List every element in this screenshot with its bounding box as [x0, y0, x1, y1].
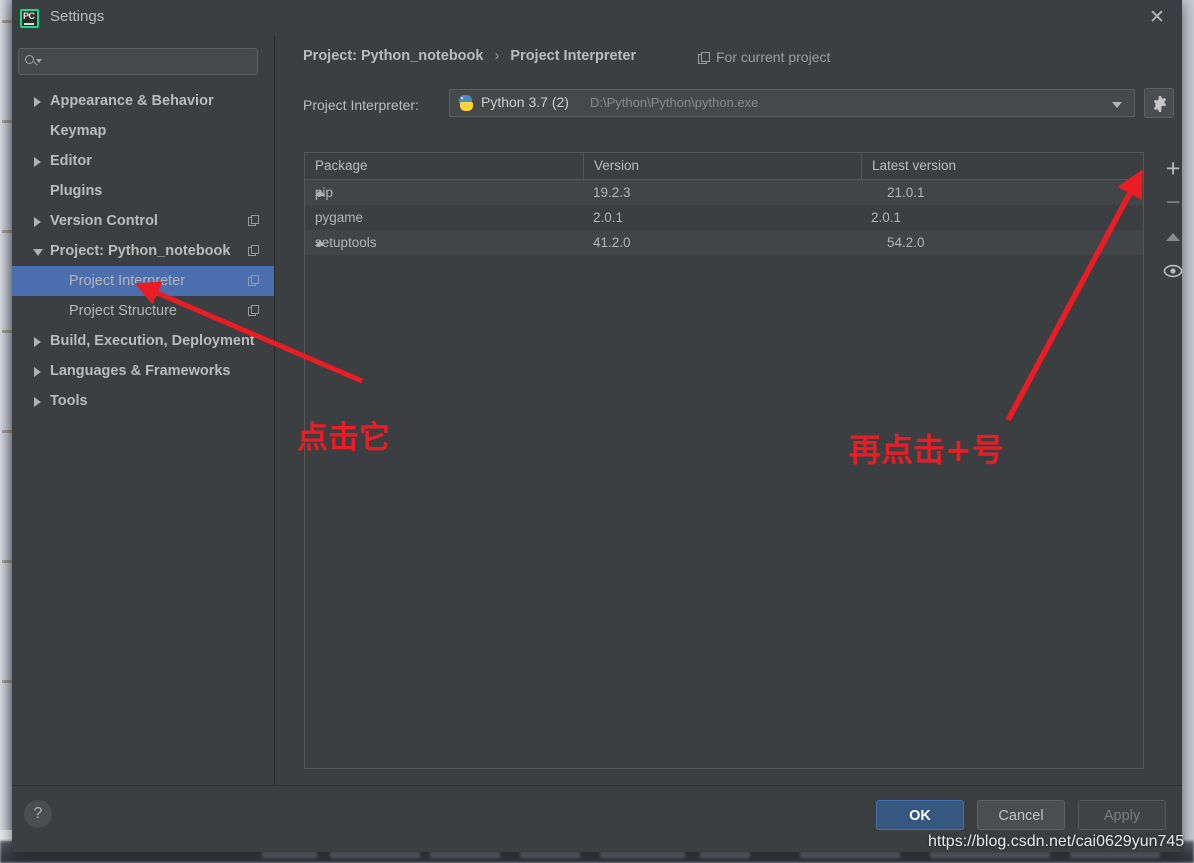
table-column-header[interactable]: Version [583, 153, 861, 179]
chevron-right-icon[interactable] [34, 217, 41, 227]
uninstall-package-button[interactable]: − [1155, 186, 1191, 220]
table-cell-package: pygame [315, 210, 364, 225]
table-cell-version: 2.0.1 [593, 210, 624, 225]
copy-icon [698, 52, 711, 64]
for-current-project-text: For current project [716, 49, 831, 65]
sidebar-item-label: Keymap [50, 123, 107, 139]
settings-dialog: PC Settings ✕ Appearance & Behavior Keyma… [12, 0, 1183, 852]
chevron-down-icon[interactable] [33, 249, 43, 256]
sidebar-item-project-structure[interactable]: Project Structure [12, 296, 274, 326]
eye-icon [1163, 264, 1183, 278]
sidebar-item-label: Project Structure [69, 303, 177, 319]
search-icon [25, 54, 42, 70]
table-cell-package: pip [315, 185, 334, 200]
chevron-right-icon[interactable] [34, 367, 41, 377]
copy-icon [248, 275, 260, 287]
chevron-right-icon[interactable] [34, 157, 41, 167]
title-bar: PC Settings ✕ [12, 0, 1182, 36]
sidebar-item-label: Appearance & Behavior [50, 93, 214, 109]
sidebar-item-label: Build, Execution, Deployment [50, 333, 255, 349]
interpreter-label: Project Interpreter: [303, 97, 419, 113]
ok-button[interactable]: OK [876, 800, 964, 830]
sidebar-item-label: Version Control [50, 213, 158, 229]
sidebar-item-label: Plugins [50, 183, 103, 199]
copy-icon [248, 305, 260, 317]
table-cell-version: 19.2.3 [593, 185, 631, 200]
sidebar-item-label: Languages & Frameworks [50, 363, 231, 379]
close-icon[interactable]: ✕ [1144, 6, 1170, 30]
chevron-right-icon[interactable] [34, 337, 41, 347]
copy-icon [248, 215, 260, 227]
plus-icon: + [1165, 154, 1181, 183]
breadcrumb: Project: Python_notebook › Project Inter… [303, 48, 636, 64]
copy-icon [248, 245, 260, 257]
sidebar-item-label: Tools [50, 393, 88, 409]
table-cell-package: setuptools [315, 235, 377, 250]
settings-tree: Appearance & Behavior Keymap Editor Plugins… [12, 86, 274, 416]
upgrade-available-icon [315, 240, 325, 246]
sidebar-item-editor[interactable]: Editor [12, 146, 274, 176]
table-row[interactable]: setuptools 41.2.0 54.2.0 [305, 230, 1143, 255]
table-column-header[interactable]: Latest version [861, 153, 1143, 179]
sidebar-item-languages-frameworks[interactable]: Languages & Frameworks [12, 356, 274, 386]
python-icon [458, 95, 474, 111]
table-cell-latest: 2.0.1 [871, 210, 902, 225]
pycharm-logo-icon: PC [20, 9, 39, 28]
settings-sidebar: Appearance & Behavior Keymap Editor Plugins… [12, 36, 275, 786]
interpreter-settings-gear-button[interactable] [1144, 88, 1174, 118]
table-header-row: Package Version Latest version [305, 153, 1143, 180]
table-body: pip 19.2.3 21.0.1 pygame 2.0.1 2.0.1 setuptool… [305, 180, 1143, 255]
sidebar-item-build-execution-deployment[interactable]: Build, Execution, Deployment [12, 326, 274, 356]
breadcrumb-separator: › [494, 48, 500, 64]
chevron-right-icon[interactable] [34, 397, 41, 407]
install-package-button[interactable]: + [1155, 152, 1191, 186]
interpreter-dropdown[interactable]: Python 3.7 (2) D:\Python\Python\python.e… [449, 89, 1135, 117]
packages-table: Package Version Latest version pip 19.2.3 21… [304, 152, 1144, 769]
table-cell-latest: 21.0.1 [887, 185, 925, 200]
sidebar-item-label: Project Interpreter [69, 273, 186, 289]
gear-icon [1153, 96, 1167, 112]
window-title: Settings [50, 8, 105, 25]
chevron-right-icon[interactable] [34, 97, 41, 107]
minus-icon: − [1165, 188, 1181, 217]
breadcrumb-leaf: Project Interpreter [510, 48, 637, 64]
sidebar-item-project-python-notebook[interactable]: Project: Python_notebook [12, 236, 274, 266]
interpreter-name: Python 3.7 (2) [481, 94, 569, 110]
sidebar-item-label: Project: Python_notebook [50, 243, 231, 259]
breadcrumb-root[interactable]: Project: Python_notebook [303, 48, 483, 64]
sidebar-item-version-control[interactable]: Version Control [12, 206, 274, 236]
sidebar-item-keymap[interactable]: Keymap [12, 116, 274, 146]
table-column-header[interactable]: Package [305, 153, 583, 179]
annotation-click-it: 点击它 [297, 420, 390, 456]
arrow-up-icon [1166, 233, 1180, 241]
watermark: https://blog.csdn.net/cai0629yun745 [928, 833, 1185, 850]
upgrade-package-button[interactable] [1155, 220, 1191, 254]
interpreter-path: D:\Python\Python\python.exe [590, 95, 759, 110]
table-row[interactable]: pygame 2.0.1 2.0.1 [305, 205, 1143, 230]
apply-button[interactable]: Apply [1078, 800, 1166, 830]
table-row[interactable]: pip 19.2.3 21.0.1 [305, 180, 1143, 205]
table-cell-version: 41.2.0 [593, 235, 631, 250]
cancel-button[interactable]: Cancel [977, 800, 1065, 830]
show-early-releases-button[interactable] [1155, 254, 1191, 288]
upgrade-available-icon [315, 190, 325, 196]
sidebar-item-plugins[interactable]: Plugins [12, 176, 274, 206]
main-panel: Project: Python_notebook › Project Inter… [275, 36, 1183, 786]
annotation-then-click-plus: 再点击+号 [849, 431, 1004, 469]
sidebar-item-project-interpreter[interactable]: Project Interpreter [12, 266, 274, 296]
table-cell-latest: 54.2.0 [887, 235, 925, 250]
sidebar-item-label: Editor [50, 153, 92, 169]
sidebar-item-appearance-behavior[interactable]: Appearance & Behavior [12, 86, 274, 116]
search-box[interactable] [18, 48, 258, 75]
search-input[interactable] [45, 52, 254, 73]
for-current-project-label: For current project [698, 49, 830, 65]
sidebar-item-tools[interactable]: Tools [12, 386, 274, 416]
chevron-down-icon[interactable] [1112, 102, 1122, 108]
packages-toolbar: + − [1155, 152, 1191, 332]
help-button[interactable]: ? [24, 800, 52, 828]
